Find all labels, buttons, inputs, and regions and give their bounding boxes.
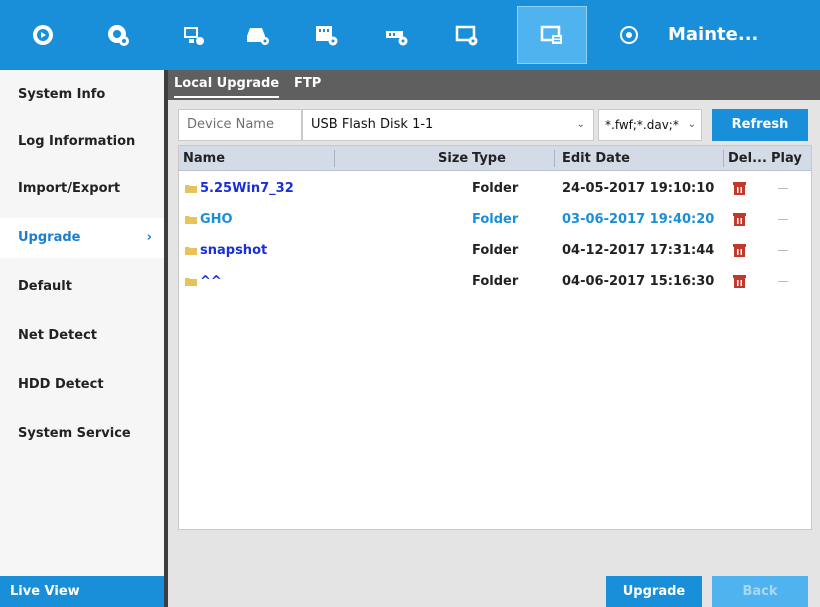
sidebar-item-hdd-detect[interactable]: HDD Detect [0, 365, 164, 405]
display-icon[interactable] [445, 9, 489, 61]
device-name-label: Device Name [178, 109, 302, 141]
file-filter-select[interactable]: *.fwf;*.dav;* ⌄ [598, 109, 702, 141]
file-edit-date: 04-12-2017 17:31:44 [562, 243, 715, 258]
file-name: snapshot [200, 243, 268, 258]
column-separator [334, 150, 335, 167]
file-type: Folder [472, 243, 519, 258]
play-disabled-icon [778, 188, 788, 189]
chevron-down-icon: ⌄ [685, 110, 696, 140]
file-type: Folder [472, 274, 519, 289]
tab-local-upgrade[interactable]: Local Upgrade [174, 74, 280, 98]
record-icon[interactable] [171, 9, 215, 61]
play-disabled-icon [778, 219, 788, 220]
sidebar-item-log-information[interactable]: Log Information [0, 122, 164, 162]
device-name-select[interactable]: USB Flash Disk 1-1 ⌄ [302, 109, 594, 141]
playback-icon[interactable] [21, 9, 65, 61]
play-disabled-icon [778, 281, 788, 282]
column-header-name[interactable]: Name [183, 146, 225, 171]
column-header-edit-date[interactable]: Edit Date [562, 146, 630, 171]
tab-ftp[interactable]: FTP [294, 74, 321, 98]
file-edit-date: 24-05-2017 19:10:10 [562, 181, 715, 196]
folder-icon [185, 278, 197, 286]
file-type: Folder [472, 212, 519, 227]
delete-icon[interactable] [733, 181, 746, 195]
column-header-type[interactable]: Type [472, 146, 506, 171]
column-header-size[interactable]: Size [438, 146, 468, 171]
delete-icon[interactable] [733, 274, 746, 288]
sidebar-item-system-service[interactable]: System Service [0, 414, 164, 454]
live-view-button[interactable]: Live View [0, 576, 164, 607]
table-row[interactable]: 5.25Win7_32 Folder 24-05-2017 19:10:10 [179, 173, 811, 204]
sidebar-item-upgrade[interactable]: Upgrade › [0, 218, 164, 258]
video-settings-icon[interactable] [304, 9, 348, 61]
refresh-button[interactable]: Refresh [712, 109, 808, 141]
sidebar-item-system-info[interactable]: System Info [0, 75, 164, 115]
table-row[interactable]: ^^ Folder 04-06-2017 15:16:30 [179, 266, 811, 297]
delete-icon[interactable] [733, 212, 746, 226]
file-name: 5.25Win7_32 [200, 181, 294, 196]
page-title: Mainte... [668, 24, 759, 45]
system-config-icon[interactable] [517, 6, 587, 64]
column-separator [554, 150, 555, 167]
file-filter-value: *.fwf;*.dav;* [605, 118, 679, 132]
folder-icon [185, 185, 197, 193]
table-row[interactable]: GHO Folder 03-06-2017 19:40:20 [179, 204, 811, 235]
column-header-delete[interactable]: Del... [728, 146, 767, 171]
device-name-value: USB Flash Disk 1-1 [311, 117, 434, 132]
table-row[interactable]: snapshot Folder 04-12-2017 17:31:44 [179, 235, 811, 266]
sidebar-item-label: Upgrade [18, 230, 81, 245]
top-menu-bar: Mainte... [0, 0, 820, 70]
delete-icon[interactable] [733, 243, 746, 257]
folder-icon [185, 216, 197, 224]
storage-icon[interactable] [236, 9, 280, 61]
sidebar: System Info Log Information Import/Expor… [0, 70, 164, 607]
column-separator [723, 150, 724, 167]
upgrade-button[interactable]: Upgrade [606, 576, 702, 607]
network-icon[interactable] [374, 9, 418, 61]
column-header-play[interactable]: Play [771, 146, 802, 171]
file-edit-date: 04-06-2017 15:16:30 [562, 274, 715, 289]
file-table: Name Size Type Edit Date Del... Play 5.2… [178, 145, 812, 530]
file-name: ^^ [200, 274, 222, 289]
back-button[interactable]: Back [712, 576, 808, 607]
chevron-down-icon: ⌄ [576, 119, 585, 130]
chevron-right-icon: › [146, 230, 152, 245]
sidebar-item-default[interactable]: Default [0, 267, 164, 307]
file-type: Folder [472, 181, 519, 196]
tab-bar: Local Upgrade FTP [168, 70, 820, 100]
sidebar-item-import-export[interactable]: Import/Export [0, 169, 164, 209]
sidebar-item-net-detect[interactable]: Net Detect [0, 316, 164, 356]
folder-icon [185, 247, 197, 255]
camera-settings-icon[interactable] [96, 9, 140, 61]
play-disabled-icon [778, 250, 788, 251]
maintenance-icon [620, 26, 638, 44]
file-edit-date: 03-06-2017 19:40:20 [562, 212, 715, 227]
table-header: Name Size Type Edit Date Del... Play [179, 146, 811, 171]
file-name: GHO [200, 212, 233, 227]
